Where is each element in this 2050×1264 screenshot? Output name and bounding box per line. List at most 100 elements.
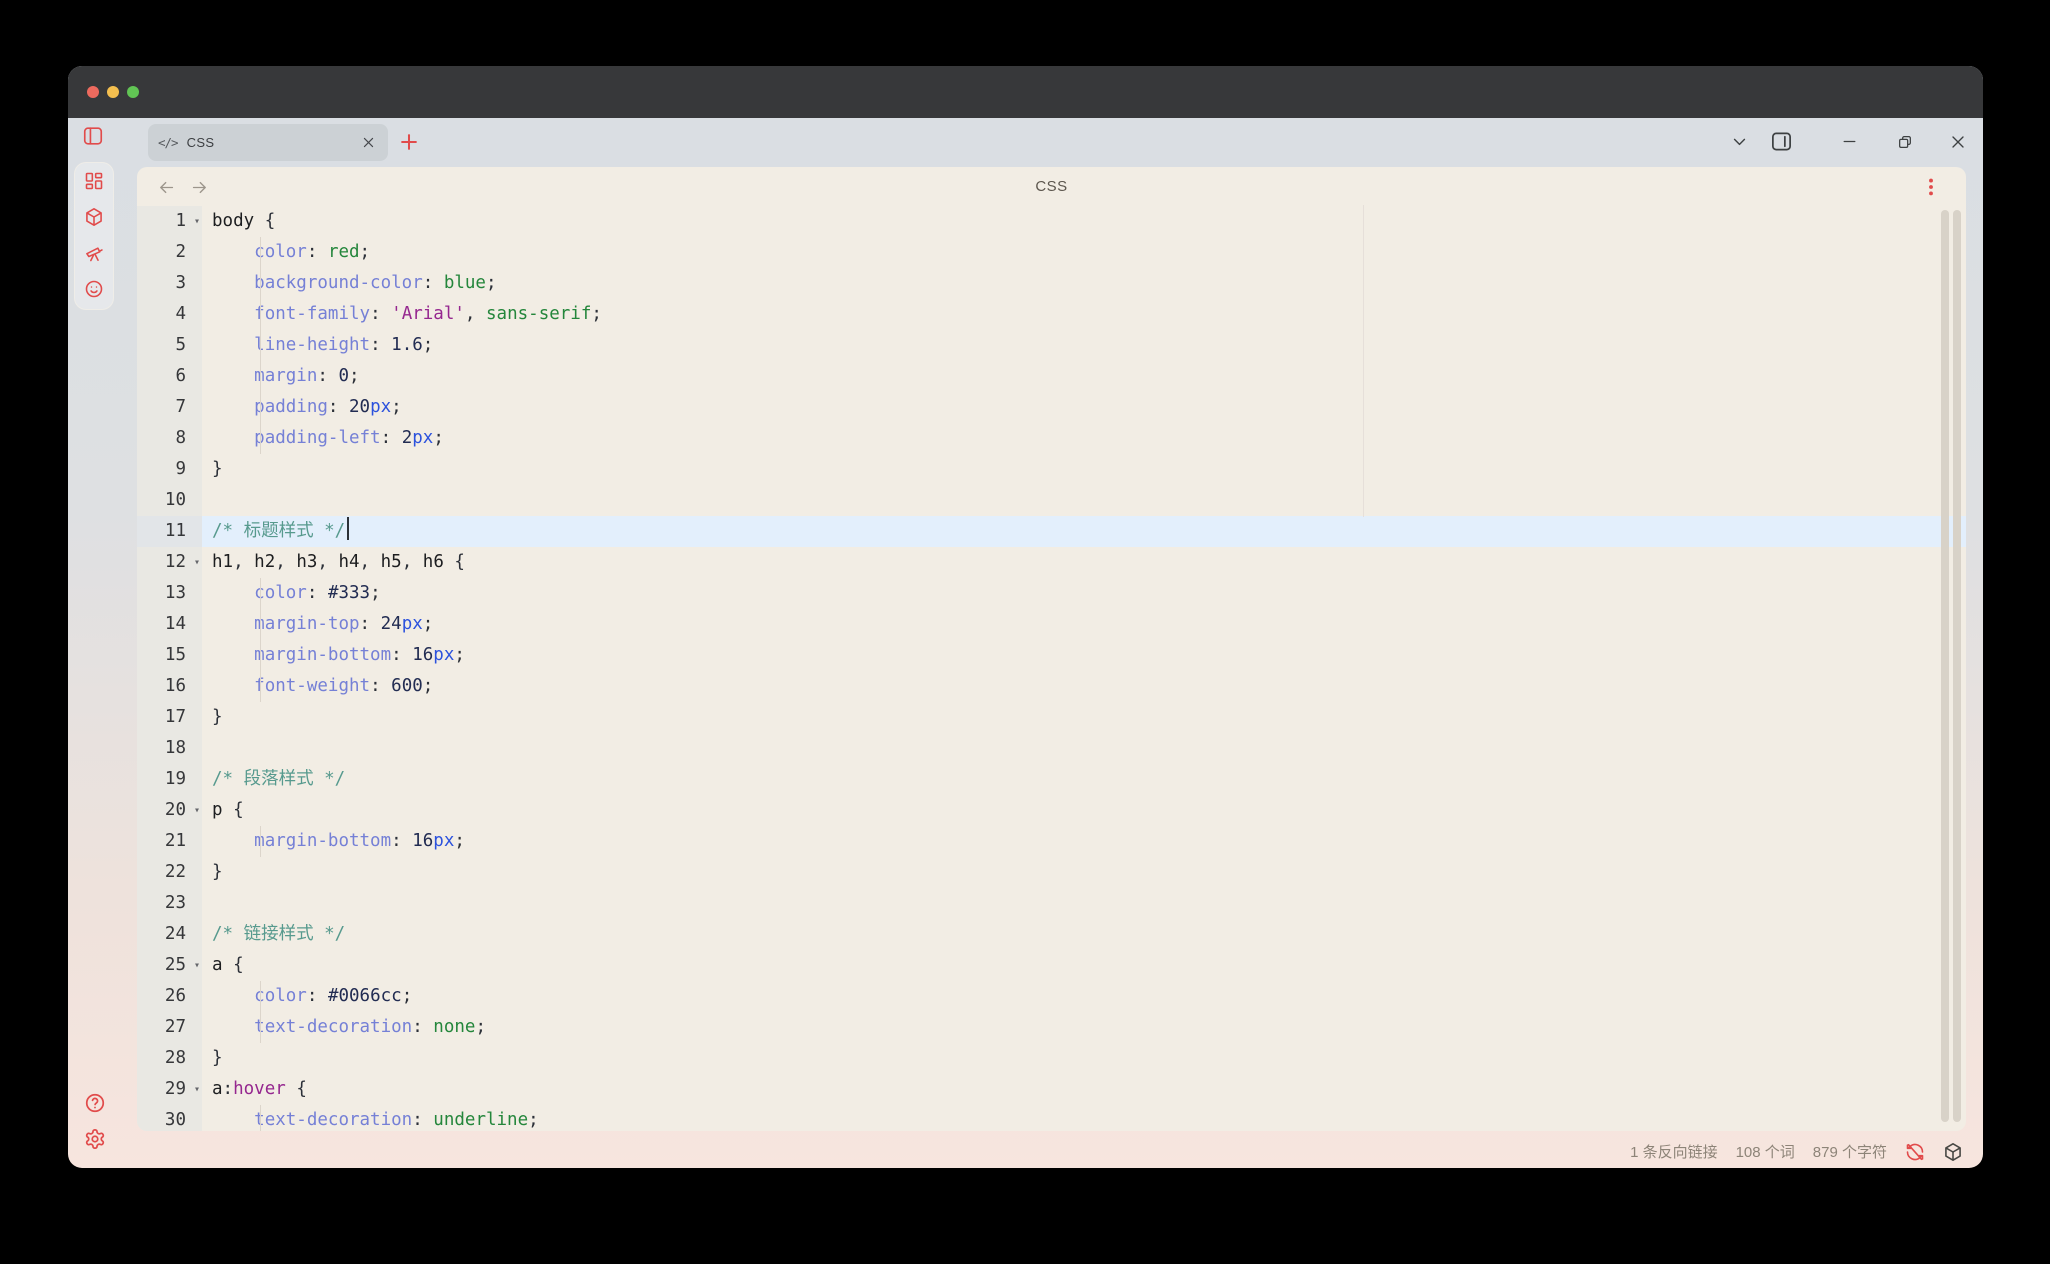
code-line[interactable]: 27 text-decoration: none; xyxy=(137,1012,1966,1043)
package-cube-icon[interactable] xyxy=(1943,1142,1963,1162)
code-line-content[interactable]: background-color: blue; xyxy=(202,268,1966,299)
telescope-icon[interactable] xyxy=(84,243,104,263)
code-line-content[interactable]: a:hover { xyxy=(202,1074,1966,1105)
code-line-content[interactable]: padding-left: 2px; xyxy=(202,423,1966,454)
code-line-content[interactable]: p { xyxy=(202,795,1966,826)
code-line-content[interactable]: font-family: 'Arial', sans-serif; xyxy=(202,299,1966,330)
fold-toggle-icon[interactable]: ▾ xyxy=(194,950,200,981)
new-tab-button[interactable] xyxy=(398,131,420,153)
code-line-content[interactable]: a { xyxy=(202,950,1966,981)
code-line[interactable]: 3 background-color: blue; xyxy=(137,268,1966,299)
sync-off-icon[interactable] xyxy=(1905,1142,1925,1162)
word-count[interactable]: 108 个词 xyxy=(1736,1141,1795,1162)
code-line-content[interactable] xyxy=(202,485,1966,516)
line-number: 6 xyxy=(137,361,202,392)
code-line-content[interactable]: /* 标题样式 */ xyxy=(202,516,1966,547)
code-line-content[interactable]: text-decoration: underline; xyxy=(202,1105,1966,1131)
minimize-icon[interactable] xyxy=(1842,134,1857,149)
code-line[interactable]: 24/* 链接样式 */ xyxy=(137,919,1966,950)
code-line-content[interactable]: } xyxy=(202,454,1966,485)
line-number: 26 xyxy=(137,981,202,1012)
tab-close-icon[interactable] xyxy=(360,135,376,151)
status-bar: 1 条反向链接 108 个词 879 个字符 xyxy=(1630,1141,1963,1162)
close-light[interactable] xyxy=(87,86,99,98)
tab-css[interactable]: </> CSS xyxy=(148,124,388,161)
code-line-content[interactable]: font-weight: 600; xyxy=(202,671,1966,702)
code-line[interactable]: 13 color: #333; xyxy=(137,578,1966,609)
cube-package-icon[interactable] xyxy=(84,207,104,227)
code-line-content[interactable]: } xyxy=(202,1043,1966,1074)
fold-toggle-icon[interactable]: ▾ xyxy=(194,547,200,578)
code-line-content[interactable]: } xyxy=(202,702,1966,733)
dashboard-grid-icon[interactable] xyxy=(84,171,104,191)
fold-toggle-icon[interactable]: ▾ xyxy=(194,795,200,826)
code-line[interactable]: 9} xyxy=(137,454,1966,485)
restore-window-icon[interactable] xyxy=(1897,134,1913,150)
code-line-content[interactable]: margin-bottom: 16px; xyxy=(202,640,1966,671)
code-line[interactable]: 11/* 标题样式 */ xyxy=(137,516,1966,547)
code-line-content[interactable]: line-height: 1.6; xyxy=(202,330,1966,361)
code-line-content[interactable]: } xyxy=(202,857,1966,888)
code-line[interactable]: 1 ▾ body { xyxy=(137,206,1966,237)
help-icon[interactable] xyxy=(84,1092,106,1114)
code-line-content[interactable]: color: #333; xyxy=(202,578,1966,609)
code-line[interactable]: 28} xyxy=(137,1043,1966,1074)
code-line-content[interactable]: /* 链接样式 */ xyxy=(202,919,1966,950)
code-line[interactable]: 29 ▾ a:hover { xyxy=(137,1074,1966,1105)
code-line[interactable]: 10 xyxy=(137,485,1966,516)
traffic-lights[interactable] xyxy=(87,86,139,98)
code-line-content[interactable]: margin: 0; xyxy=(202,361,1966,392)
code-line-content[interactable]: /* 段落样式 */ xyxy=(202,764,1966,795)
code-line-content[interactable]: h1, h2, h3, h4, h5, h6 { xyxy=(202,547,1966,578)
code-line[interactable]: 12 ▾ h1, h2, h3, h4, h5, h6 { xyxy=(137,547,1966,578)
line-number: 9 xyxy=(137,454,202,485)
code-editor[interactable]: 1 ▾ body {2 color: red; 3 background-color:… xyxy=(137,206,1966,1131)
code-line[interactable]: 18 xyxy=(137,733,1966,764)
code-line[interactable]: 21 margin-bottom: 16px; xyxy=(137,826,1966,857)
scrollbar-thumb[interactable] xyxy=(1953,210,1961,1122)
code-line[interactable]: 22} xyxy=(137,857,1966,888)
smiley-icon[interactable] xyxy=(84,279,104,299)
code-line[interactable]: 25 ▾ a { xyxy=(137,950,1966,981)
code-line[interactable]: 17} xyxy=(137,702,1966,733)
fold-toggle-icon[interactable]: ▾ xyxy=(194,206,200,237)
code-line-content[interactable]: margin-top: 24px; xyxy=(202,609,1966,640)
window-titlebar[interactable] xyxy=(68,66,1983,118)
line-number: 27 xyxy=(137,1012,202,1043)
code-line[interactable]: 2 color: red; xyxy=(137,237,1966,268)
code-line[interactable]: 16 font-weight: 600; xyxy=(137,671,1966,702)
code-line[interactable]: 23 xyxy=(137,888,1966,919)
code-line[interactable]: 5 line-height: 1.6; xyxy=(137,330,1966,361)
zoom-light[interactable] xyxy=(127,86,139,98)
panel-right-toggle-icon[interactable] xyxy=(1770,130,1793,153)
settings-gear-icon[interactable] xyxy=(84,1128,106,1150)
code-line-content[interactable]: padding: 20px; xyxy=(202,392,1966,423)
code-line[interactable]: 4 font-family: 'Arial', sans-serif; xyxy=(137,299,1966,330)
code-line-content[interactable]: text-decoration: none; xyxy=(202,1012,1966,1043)
code-line-content[interactable] xyxy=(202,733,1966,764)
code-line[interactable]: 26 color: #0066cc; xyxy=(137,981,1966,1012)
code-line[interactable]: 20 ▾ p { xyxy=(137,795,1966,826)
code-line[interactable]: 14 margin-top: 24px; xyxy=(137,609,1966,640)
code-line-content[interactable]: body { xyxy=(202,206,1966,237)
code-line[interactable]: 8 padding-left: 2px; xyxy=(137,423,1966,454)
code-line-content[interactable]: color: red; xyxy=(202,237,1966,268)
code-line[interactable]: 15 margin-bottom: 16px; xyxy=(137,640,1966,671)
code-line-content[interactable] xyxy=(202,888,1966,919)
char-count[interactable]: 879 个字符 xyxy=(1813,1141,1887,1162)
code-line-content[interactable]: color: #0066cc; xyxy=(202,981,1966,1012)
scrollbar-outer[interactable] xyxy=(1941,210,1949,1122)
backlink-count[interactable]: 1 条反向链接 xyxy=(1630,1141,1718,1162)
code-line[interactable]: 19/* 段落样式 */ xyxy=(137,764,1966,795)
code-line-content[interactable]: margin-bottom: 16px; xyxy=(202,826,1966,857)
panel-left-toggle-icon[interactable] xyxy=(82,125,104,147)
code-line[interactable]: 7 padding: 20px; xyxy=(137,392,1966,423)
fold-toggle-icon[interactable]: ▾ xyxy=(194,1074,200,1105)
more-options-icon[interactable] xyxy=(1920,176,1942,198)
chevron-down-icon[interactable] xyxy=(1731,133,1748,150)
minimize-light[interactable] xyxy=(107,86,119,98)
note-title: CSS xyxy=(1035,178,1068,195)
code-line[interactable]: 6 margin: 0; xyxy=(137,361,1966,392)
close-window-icon[interactable] xyxy=(1950,134,1966,150)
code-line[interactable]: 30 text-decoration: underline; xyxy=(137,1105,1966,1131)
